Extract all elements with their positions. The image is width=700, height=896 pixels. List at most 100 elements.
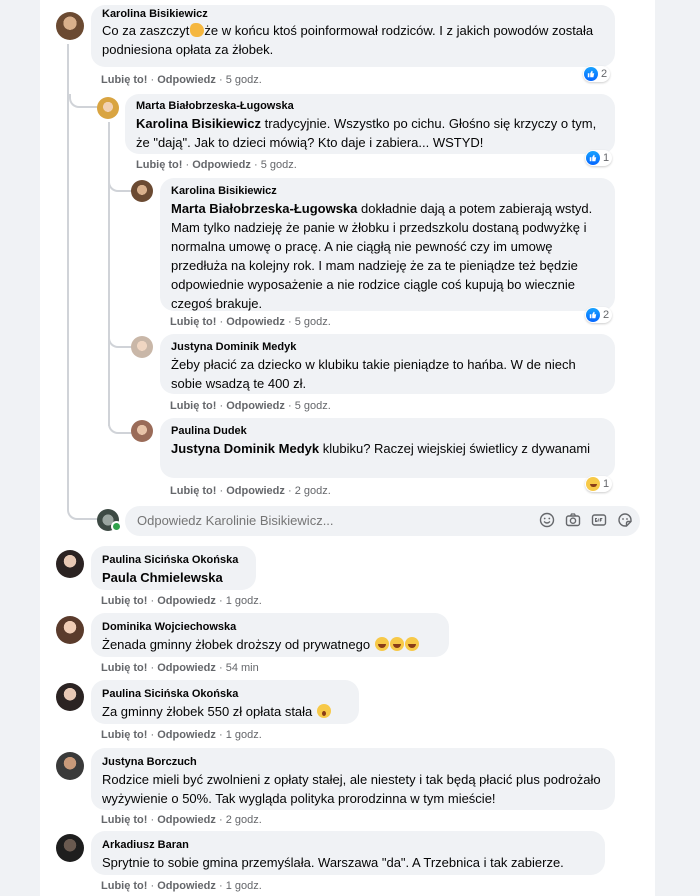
separator-dot: · bbox=[219, 485, 224, 497]
thread-line bbox=[69, 94, 97, 108]
like-link[interactable]: Lubię to! bbox=[101, 729, 147, 741]
reply-link[interactable]: Odpowiedz bbox=[226, 316, 285, 328]
timestamp[interactable]: 2 godz. bbox=[295, 485, 331, 497]
camera-icon[interactable] bbox=[565, 512, 581, 528]
avatar[interactable] bbox=[56, 12, 84, 40]
comment-author[interactable]: Justyna Dominik Medyk bbox=[171, 340, 604, 355]
comment-author[interactable]: Arkadiusz Baran bbox=[102, 838, 594, 853]
avatar[interactable] bbox=[56, 550, 84, 578]
mention-link[interactable]: Paula Chmielewska bbox=[102, 570, 223, 585]
comment-author[interactable]: Dominika Wojciechowska bbox=[102, 620, 438, 635]
separator-dot: · bbox=[150, 814, 155, 826]
like-link[interactable]: Lubię to! bbox=[101, 814, 147, 826]
reaction-summary[interactable]: 1 bbox=[585, 476, 613, 492]
avatar[interactable] bbox=[131, 336, 153, 358]
comment-actions: Lubię to! · Odpowiedz · 2 godz. bbox=[101, 814, 262, 826]
separator-dot: · bbox=[218, 729, 223, 741]
reaction-count: 2 bbox=[603, 309, 610, 321]
comment-author[interactable]: Karolina Bisikiewicz bbox=[102, 7, 604, 22]
laughing-emoji-icon bbox=[389, 637, 404, 651]
mention-link[interactable]: Marta Białobrzeska-Ługowska bbox=[171, 201, 357, 216]
like-link[interactable]: Lubię to! bbox=[136, 159, 182, 171]
avatar[interactable] bbox=[97, 97, 119, 119]
reply-input[interactable] bbox=[135, 512, 519, 529]
reply-link[interactable]: Odpowiedz bbox=[226, 485, 285, 497]
comment-text-part: Za gminny żłobek 550 zł opłata stała bbox=[102, 704, 313, 719]
mention-link[interactable]: Justyna Dominik Medyk bbox=[171, 441, 319, 456]
comment-text-part: Żenada gminny żłobek droższy od prywatne… bbox=[102, 637, 371, 652]
like-link[interactable]: Lubię to! bbox=[101, 74, 147, 86]
timestamp[interactable]: 2 godz. bbox=[226, 814, 262, 826]
thread-line bbox=[108, 122, 110, 426]
reply-link[interactable]: Odpowiedz bbox=[192, 159, 251, 171]
separator-dot: · bbox=[219, 400, 224, 412]
reaction-summary[interactable]: 2 bbox=[585, 307, 613, 323]
timestamp[interactable]: 5 godz. bbox=[295, 316, 331, 328]
reply-link[interactable]: Odpowiedz bbox=[226, 400, 285, 412]
like-icon bbox=[586, 151, 600, 165]
like-link[interactable]: Lubię to! bbox=[101, 880, 147, 892]
like-link[interactable]: Lubię to! bbox=[170, 316, 216, 328]
avatar[interactable] bbox=[56, 616, 84, 644]
comment-text: Sprytnie to sobie gmina przemyślała. War… bbox=[102, 855, 564, 870]
comment-text: Za gminny żłobek 550 zł opłata stała bbox=[102, 702, 348, 721]
timestamp[interactable]: 5 godz. bbox=[295, 400, 331, 412]
emoji-icon[interactable] bbox=[539, 512, 555, 528]
gif-icon[interactable] bbox=[591, 512, 607, 528]
sticker-icon[interactable] bbox=[617, 512, 633, 528]
reply-composer[interactable] bbox=[125, 506, 640, 536]
avatar[interactable] bbox=[56, 834, 84, 862]
timestamp[interactable]: 1 godz. bbox=[226, 880, 262, 892]
comment-text-part: dokładnie dają a potem zabierają wstyd. … bbox=[171, 201, 593, 311]
reply-link[interactable]: Odpowiedz bbox=[157, 662, 216, 674]
timestamp[interactable]: 5 godz. bbox=[226, 74, 262, 86]
separator-dot: · bbox=[287, 485, 292, 497]
reaction-count: 1 bbox=[603, 478, 610, 490]
comment-text: Żenada gminny żłobek droższy od prywatne… bbox=[102, 635, 438, 654]
avatar[interactable] bbox=[56, 683, 84, 711]
comment-author[interactable]: Marta Białobrzeska-Ługowska bbox=[136, 99, 604, 114]
reaction-summary[interactable]: 2 bbox=[583, 66, 611, 82]
separator-dot: · bbox=[218, 662, 223, 674]
reaction-count: 2 bbox=[601, 68, 608, 80]
reply-link[interactable]: Odpowiedz bbox=[157, 729, 216, 741]
reply-link[interactable]: Odpowiedz bbox=[157, 595, 216, 607]
comment-author[interactable]: Paulina Dudek bbox=[171, 424, 604, 439]
avatar[interactable] bbox=[131, 420, 153, 442]
timestamp[interactable]: 54 min bbox=[226, 662, 259, 674]
comment-actions: Lubię to! · Odpowiedz · 1 godz. bbox=[101, 595, 262, 607]
reply-link[interactable]: Odpowiedz bbox=[157, 814, 216, 826]
timestamp[interactable]: 1 godz. bbox=[226, 729, 262, 741]
avatar[interactable] bbox=[131, 180, 153, 202]
surprised-emoji-icon bbox=[316, 704, 331, 718]
laughing-emoji-icon bbox=[404, 637, 419, 651]
reply-link[interactable]: Odpowiedz bbox=[157, 74, 216, 86]
clap-emoji-icon bbox=[190, 23, 205, 37]
comment-actions: Lubię to! · Odpowiedz · 5 godz. bbox=[101, 74, 262, 86]
reaction-summary[interactable]: 1 bbox=[585, 150, 613, 166]
comment-author[interactable]: Justyna Borczuch bbox=[102, 755, 604, 770]
comment-author[interactable]: Karolina Bisikiewicz bbox=[171, 184, 604, 199]
like-link[interactable]: Lubię to! bbox=[101, 662, 147, 674]
separator-dot: · bbox=[253, 159, 258, 171]
timestamp[interactable]: 5 godz. bbox=[261, 159, 297, 171]
comment-bubble: Marta Białobrzeska-Ługowska Karolina Bis… bbox=[125, 94, 615, 154]
separator-dot: · bbox=[287, 316, 292, 328]
timestamp[interactable]: 1 godz. bbox=[226, 595, 262, 607]
comment-text: Marta Białobrzeska-Ługowska dokładnie da… bbox=[171, 199, 604, 313]
like-link[interactable]: Lubię to! bbox=[170, 400, 216, 412]
comment-author[interactable]: Paulina Sicińska Okońska bbox=[102, 553, 245, 568]
avatar[interactable] bbox=[56, 752, 84, 780]
mention-link[interactable]: Karolina Bisikiewicz bbox=[136, 116, 261, 131]
thread-line bbox=[108, 330, 132, 348]
comment-bubble: Dominika Wojciechowska Żenada gminny żło… bbox=[91, 613, 449, 657]
thread-line bbox=[67, 500, 97, 520]
comment-actions: Lubię to! · Odpowiedz · 5 godz. bbox=[170, 400, 331, 412]
reply-link[interactable]: Odpowiedz bbox=[157, 880, 216, 892]
comment-text: Justyna Dominik Medyk klubiku? Raczej wi… bbox=[171, 439, 591, 458]
like-link[interactable]: Lubię to! bbox=[170, 485, 216, 497]
like-link[interactable]: Lubię to! bbox=[101, 595, 147, 607]
comment-author[interactable]: Paulina Sicińska Okońska bbox=[102, 687, 348, 702]
separator-dot: · bbox=[218, 595, 223, 607]
comment-text: Paula Chmielewska bbox=[102, 568, 245, 587]
